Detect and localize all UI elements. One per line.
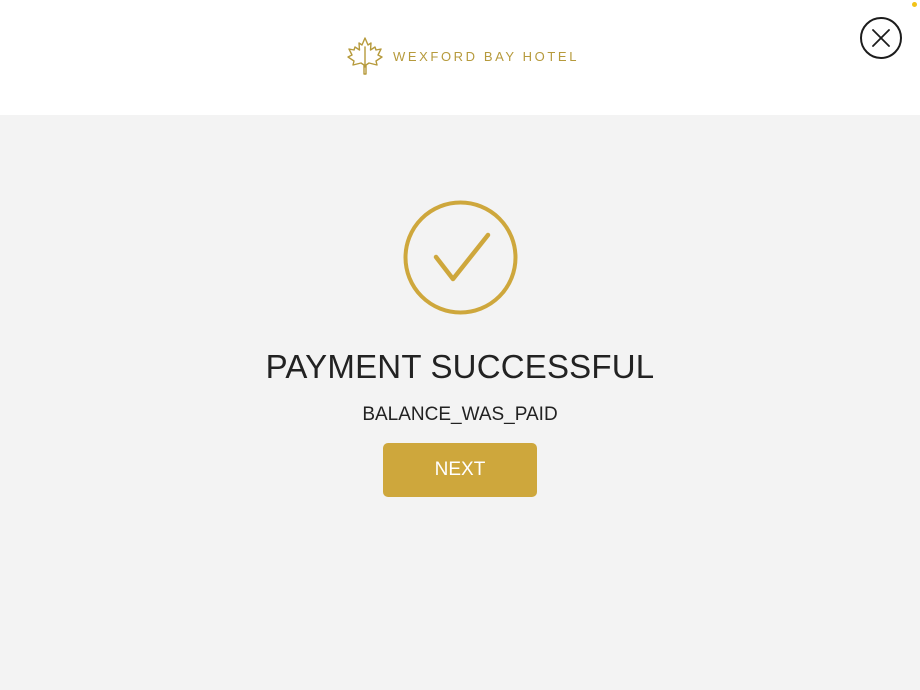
- status-message: BALANCE_WAS_PAID: [362, 404, 558, 425]
- close-button[interactable]: [860, 17, 902, 59]
- maple-leaf-icon: [345, 36, 385, 76]
- hotel-name: WEXFORD BAY HOTEL: [393, 48, 580, 64]
- close-icon: [870, 27, 892, 49]
- page-title: PAYMENT SUCCESSFUL: [265, 348, 655, 385]
- check-circle-icon: [403, 200, 518, 315]
- next-button[interactable]: NEXT: [383, 443, 537, 497]
- hotel-logo: WEXFORD BAY HOTEL: [345, 36, 579, 76]
- header: WEXFORD BAY HOTEL: [0, 0, 920, 115]
- status-dot: [912, 2, 917, 7]
- payment-result-panel: PAYMENT SUCCESSFUL BALANCE_WAS_PAID NEXT: [0, 115, 920, 690]
